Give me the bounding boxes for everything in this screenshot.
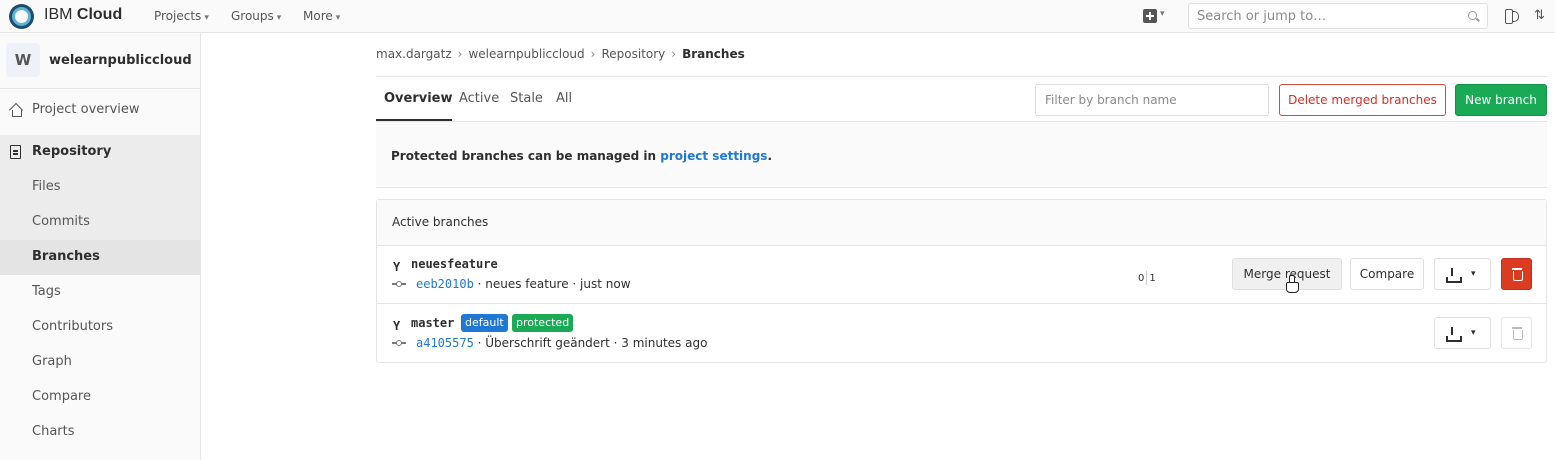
sidebar-item-label: Contributors [32,319,113,334]
panel-title: Active branches [392,215,489,229]
breadcrumb-current[interactable]: Branches [682,47,745,61]
sidebar-item-label: Repository [32,144,112,159]
delete-merged-branches-button[interactable]: Delete merged branches [1279,84,1446,116]
default-badge: default [461,314,508,332]
delete-branch-button-disabled [1501,317,1532,349]
active-branches-panel: Active branches Y neuesfeature eeb2010b … [376,199,1547,363]
new-item-plus-icon[interactable] [1143,9,1157,23]
breadcrumb-separator: › [671,47,677,61]
chevron-down-icon: ▾ [1471,269,1476,279]
sidebar-item-charts[interactable]: Charts [0,415,200,450]
divider [376,76,1547,77]
chevron-down-icon: ▾ [1471,328,1476,338]
download-dropdown-button[interactable]: ▾ [1434,258,1491,290]
download-icon [1446,268,1462,283]
top-navbar: IBM Cloud Projects▾ Groups▾ More▾ ▾ ⇅ [0,0,1555,33]
sidebar-item-label: Branches [32,249,100,264]
commit-info: a4105575 · Überschrift geändert · 3 minu… [416,336,708,350]
sidebar-item-project-overview[interactable]: Project overview [0,93,200,128]
commit-info: eeb2010b · neues feature · just now [416,277,631,291]
divergence-graph[interactable]: 01 [1138,271,1156,285]
breadcrumb-separator: › [457,47,463,61]
sidebar-item-label: Charts [32,424,75,439]
ibm-cloud-logo-icon[interactable] [9,4,34,29]
sidebar-item-label: Commits [32,214,90,229]
commit-sha-link[interactable]: a4105575 [416,336,474,350]
nav-projects[interactable]: Projects ▾ [154,9,209,23]
branch-row: Y neuesfeature eeb2010b · neues feature … [377,246,1546,304]
brand-title[interactable]: IBM Cloud [44,6,122,24]
branch-filter-input[interactable] [1036,85,1266,115]
compare-button[interactable]: Compare [1350,258,1424,290]
sidebar-item-label: Tags [32,284,61,299]
sidebar-item-graph[interactable]: Graph [0,345,200,380]
merge-requests-icon[interactable]: ⇅ [1534,8,1548,24]
sidebar-item-label: Project overview [32,102,140,117]
nav-groups[interactable]: Groups ▾ [231,9,281,23]
chevron-down-icon: ▾ [276,13,282,23]
commit-sha-link[interactable]: eeb2010b [416,277,474,291]
branch-name[interactable]: neuesfeature [411,257,498,271]
breadcrumb-link[interactable]: welearnpubliccloud [468,47,584,61]
sidebar-item-repository[interactable]: Repository [0,135,200,170]
chevron-down-icon: ▾ [335,13,341,23]
protected-badge: protected [512,314,574,332]
issues-icon[interactable] [1505,8,1519,24]
divider [0,88,200,89]
trash-icon [1512,327,1523,340]
branch-row: Y master default protected a4105575 · Üb… [377,305,1546,363]
project-name[interactable]: welearnpubliccloud [49,53,192,68]
tab-stale[interactable]: Stale [510,91,543,106]
project-avatar[interactable]: W [6,43,40,77]
sidebar-item-commits[interactable]: Commits [0,205,200,240]
trash-icon [1512,268,1523,281]
sidebar-item-contributors[interactable]: Contributors [0,310,200,345]
repository-doc-icon [10,145,21,159]
branch-icon: Y [393,260,401,274]
new-branch-button[interactable]: New branch [1455,84,1547,116]
download-icon [1446,327,1462,342]
sidebar-item-tags[interactable]: Tags [0,275,200,310]
commit-icon [392,340,406,346]
hand-cursor-icon [1285,275,1299,293]
branch-icon: Y [393,319,401,333]
project-sidebar: W welearnpubliccloud Project overview Re… [0,33,201,460]
branch-name[interactable]: master [411,316,454,330]
commit-icon [392,281,406,287]
notice-text: Protected branches can be managed in pro… [391,149,773,163]
global-search[interactable] [1188,3,1488,29]
breadcrumb-separator: › [590,47,596,61]
nav-more[interactable]: More ▾ [303,9,340,23]
breadcrumb: max.dargatz › welearnpubliccloud › Repositor… [376,47,745,61]
tab-active[interactable]: Active [459,91,499,106]
tab-overview[interactable]: Overview [384,91,453,106]
home-icon [10,104,22,117]
download-dropdown-button[interactable]: ▾ [1434,317,1491,349]
sidebar-item-label: Compare [32,389,91,404]
breadcrumb-link[interactable]: Repository [601,47,665,61]
chevron-down-icon[interactable]: ▾ [1160,9,1165,19]
project-settings-link[interactable]: project settings [660,149,767,163]
search-input[interactable] [1189,4,1449,28]
sidebar-item-branches[interactable]: Branches [0,240,200,275]
sidebar-item-files[interactable]: Files [0,170,200,205]
chevron-down-icon: ▾ [204,13,209,23]
branch-filter[interactable] [1035,84,1269,116]
sidebar-item-compare[interactable]: Compare [0,380,200,415]
search-icon [1468,11,1477,20]
delete-branch-button[interactable] [1501,258,1532,290]
sidebar-item-label: Files [32,179,61,194]
sidebar-item-label: Graph [32,354,72,369]
tab-all[interactable]: All [556,91,572,106]
breadcrumb-link[interactable]: max.dargatz [376,47,452,61]
panel-header: Active branches [377,200,1546,246]
protected-branches-notice: Protected branches can be managed in pro… [376,122,1547,188]
